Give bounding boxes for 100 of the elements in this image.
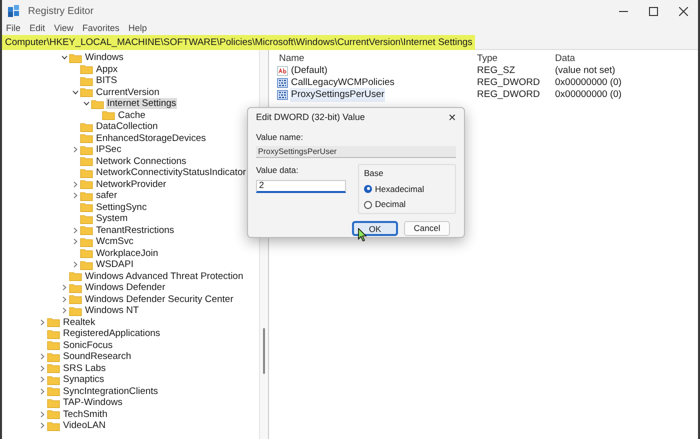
tree-item[interactable]: System (95, 213, 129, 224)
folder-icon (80, 156, 93, 166)
tree-item[interactable]: Realtek (62, 316, 96, 328)
folder-icon (80, 87, 93, 98)
folder-icon (80, 76, 93, 86)
value-data: 0x00000000 (0) (555, 88, 623, 102)
tree-item[interactable]: IPSec (95, 144, 122, 156)
minimize-icon (618, 10, 628, 12)
value-name-field[interactable]: ProxySettingsPerUser (256, 146, 456, 158)
folder-icon (80, 248, 93, 258)
menu-item[interactable]: Favorites (82, 22, 120, 36)
tree-item[interactable]: Internet Settings (106, 98, 178, 110)
value-name[interactable]: CallLegacyWCMPolicies (290, 76, 396, 90)
tree-item[interactable]: TAP-Windows (62, 397, 124, 408)
folder-icon (80, 202, 93, 212)
tree-item[interactable]: Windows Defender Security Center (84, 294, 234, 305)
tree-item[interactable]: Windows Advanced Threat Protection (84, 270, 244, 282)
tree-item[interactable]: RegisteredApplications (62, 328, 162, 340)
value-type: REG_DWORD (477, 88, 541, 102)
close-icon (678, 6, 688, 16)
folder-icon (47, 340, 60, 350)
tree-item[interactable]: Network Connections (95, 156, 188, 167)
caret-icon[interactable] (83, 100, 90, 108)
folder-icon (47, 352, 60, 362)
folder-icon (80, 236, 93, 247)
caret-icon[interactable] (72, 88, 79, 96)
folder-icon (69, 282, 82, 293)
folder-icon (69, 294, 82, 304)
folder-icon (80, 64, 93, 74)
tree-item[interactable]: Windows (84, 52, 125, 64)
tree-item[interactable]: Windows Defender (84, 282, 166, 294)
binary-value-icon (277, 78, 288, 88)
menu-item[interactable]: Edit (30, 22, 46, 36)
folder-icon (80, 190, 93, 201)
folder-icon (47, 420, 60, 431)
field-label: Value name: (256, 131, 304, 144)
menu-item[interactable]: Help (128, 22, 147, 36)
column-header[interactable]: Type (477, 52, 555, 66)
mouse-pointer-icon (358, 228, 367, 242)
folder-icon (102, 110, 115, 120)
tree-item[interactable]: VideoLAN (62, 420, 107, 432)
folder-icon (47, 409, 60, 420)
tree-item[interactable]: Cache (117, 110, 146, 121)
tree-item[interactable]: NetworkConnectivityStatusIndicator (95, 167, 247, 178)
tree-item[interactable]: Windows NT (84, 305, 140, 316)
radio-button[interactable] (364, 200, 372, 209)
dialog-button[interactable]: Cancel (404, 221, 450, 236)
folder-icon (80, 133, 93, 144)
registry-cubes-icon (8, 5, 20, 17)
tree-item[interactable]: SyncIntegrationClients (62, 386, 160, 397)
folder-icon (47, 374, 60, 385)
scrollbar-thumb[interactable] (263, 328, 265, 374)
tree-item[interactable]: WcmSvc (95, 236, 134, 248)
menu-item[interactable]: View (54, 22, 74, 36)
tree-item[interactable]: safer (95, 190, 118, 202)
value-type: REG_SZ (477, 64, 516, 78)
address-bar[interactable]: Computer\HKEY_LOCAL_MACHINE\SOFTWARE\Policies\Microsoft\Windows\CurrentVersion\Internet Settings (2, 34, 476, 50)
close-button[interactable]: ✕ (448, 110, 456, 126)
folder-icon (80, 225, 93, 236)
tree-item[interactable]: WSDAPI (95, 259, 134, 270)
folder-icon (47, 386, 60, 396)
value-name[interactable]: ProxySettingsPerUser (290, 88, 386, 102)
tree-item[interactable]: SettingSync (95, 202, 148, 213)
radio-label: Hexadecimal (375, 182, 424, 196)
folder-icon (47, 363, 60, 374)
caret-icon[interactable] (61, 54, 68, 62)
value-data: (value not set) (555, 64, 616, 78)
tree-item[interactable]: WorkplaceJoin (95, 248, 160, 259)
tree-item[interactable]: Synaptics (62, 374, 106, 386)
folder-icon (80, 214, 93, 224)
tree-item[interactable]: DataCollection (95, 121, 159, 132)
folder-icon (69, 306, 82, 316)
folder-icon (47, 328, 60, 339)
value-name[interactable]: (Default) (290, 64, 328, 78)
folder-icon (80, 122, 93, 132)
tree-item[interactable]: EnhancedStorageDevices (95, 132, 207, 144)
tree-item[interactable]: SonicFocus (62, 340, 114, 351)
value-type: REG_DWORD (477, 76, 541, 90)
tree-item[interactable]: SRS Labs (62, 362, 107, 374)
tree-item[interactable]: TenantRestrictions (95, 224, 176, 236)
tree-item[interactable]: BITS (95, 75, 118, 86)
string-value-icon (277, 66, 288, 76)
maximize-icon (648, 6, 658, 16)
value-data-field[interactable]: 2 (256, 180, 346, 192)
binary-value-icon (277, 90, 288, 100)
column-header[interactable]: Name (277, 52, 477, 66)
tree-item[interactable]: SoundResearch (62, 351, 132, 362)
tree-item[interactable]: NetworkProvider (95, 178, 168, 190)
tree-item[interactable]: Appx (95, 64, 119, 75)
folder-icon (80, 144, 93, 155)
folder-icon (80, 179, 93, 190)
window-title: Registry Editor (28, 4, 94, 18)
folder-icon (69, 271, 82, 282)
tree-item[interactable]: TechSmith (62, 408, 108, 420)
menu-item[interactable]: File (6, 22, 21, 36)
tree-item[interactable]: CurrentVersion (95, 86, 160, 98)
column-header[interactable]: Data (555, 52, 655, 66)
folder-icon (91, 98, 104, 109)
radio-button[interactable] (364, 184, 372, 193)
dialog-title: Edit DWORD (32-bit) Value (256, 111, 365, 124)
